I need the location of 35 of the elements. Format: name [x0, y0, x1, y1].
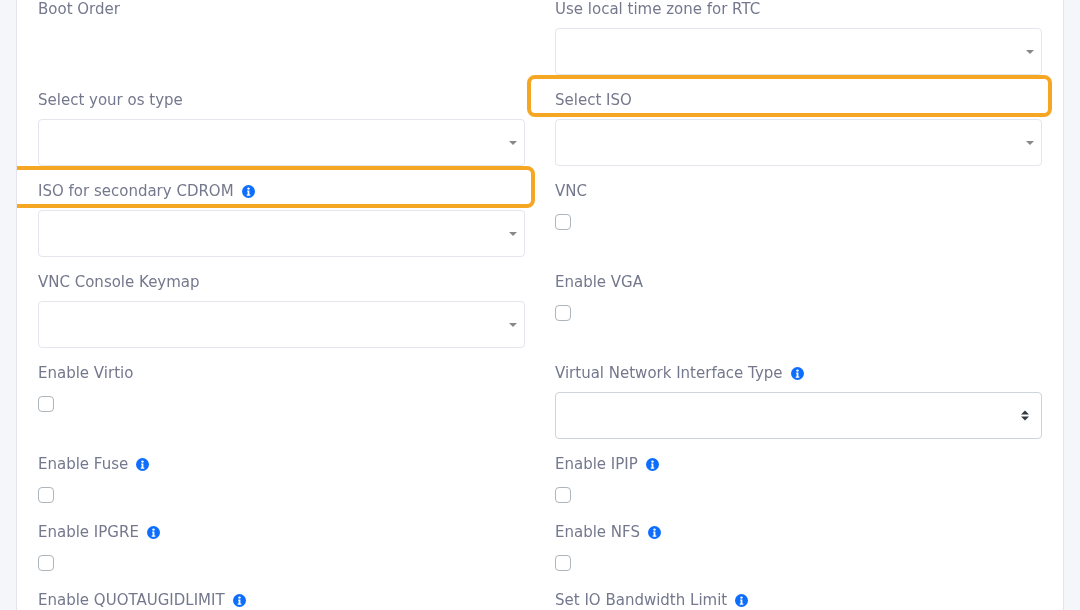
field-label: Select ISO	[555, 91, 632, 109]
field-label: Set IO Bandwidth Limit	[555, 591, 728, 609]
field-label: Virtual Network Interface Type	[555, 364, 783, 382]
field-label: Select your os type	[38, 91, 183, 109]
dropdown-field[interactable]	[38, 119, 525, 166]
field-label: ISO for secondary CDROM	[38, 182, 234, 200]
field-label: Enable IPIP	[555, 455, 638, 473]
select-field[interactable]	[555, 392, 1042, 439]
checkbox[interactable]	[38, 396, 54, 412]
field-label: Boot Order	[38, 0, 120, 18]
field-label: Enable VGA	[555, 273, 643, 291]
up-down-caret-icon	[1021, 410, 1029, 421]
checkbox[interactable]	[38, 487, 54, 503]
checkbox[interactable]	[38, 555, 54, 571]
caret-icon	[509, 140, 517, 145]
caret-icon	[509, 322, 517, 327]
caret-icon	[1026, 140, 1034, 145]
field-label: Enable QUOTAUGIDLIMIT	[38, 591, 225, 609]
field-label: Enable Virtio	[38, 364, 134, 382]
field-label: Use local time zone for RTC	[555, 0, 761, 18]
checkbox[interactable]	[555, 214, 571, 230]
dropdown-field[interactable]	[38, 210, 525, 257]
field-label: VNC	[555, 182, 587, 200]
checkbox[interactable]	[555, 305, 571, 321]
caret-icon	[509, 231, 517, 236]
field-label: VNC Console Keymap	[38, 273, 200, 291]
field-label: Enable Fuse	[38, 455, 129, 473]
dropdown-field[interactable]	[38, 301, 525, 348]
dropdown-field[interactable]	[555, 28, 1042, 75]
field-label: Enable IPGRE	[38, 523, 139, 541]
checkbox[interactable]	[555, 487, 571, 503]
caret-icon	[1026, 49, 1034, 54]
dropdown-field[interactable]	[555, 119, 1042, 166]
field-label: Enable NFS	[555, 523, 640, 541]
checkbox[interactable]	[555, 555, 571, 571]
